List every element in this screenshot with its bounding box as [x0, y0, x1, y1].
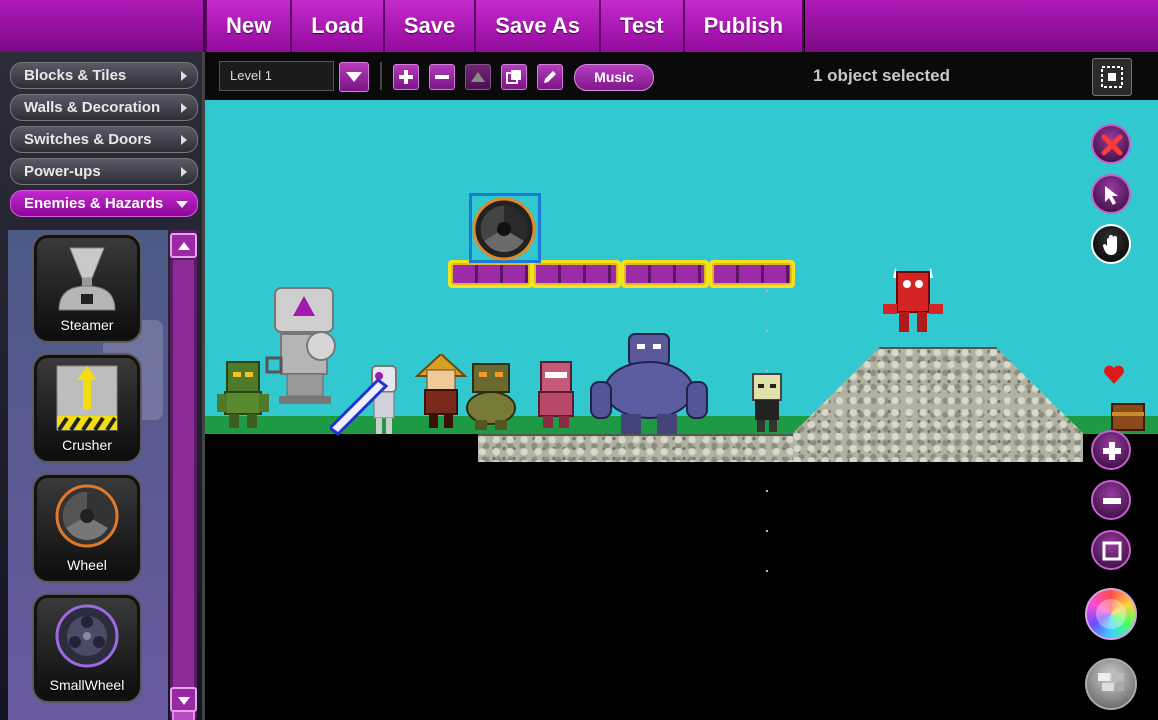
zoom-out-button[interactable] — [1091, 480, 1131, 520]
category-label: Enemies & Hazards — [24, 195, 164, 212]
palette-scrollbar[interactable] — [170, 230, 197, 720]
crusher-icon — [56, 365, 118, 432]
chevron-right-icon — [181, 167, 187, 177]
grid-toggle-button[interactable] — [1092, 58, 1132, 96]
color-picker-button[interactable] — [1085, 588, 1137, 640]
add-level-button[interactable] — [393, 64, 419, 90]
menu-load-button[interactable]: Load — [292, 0, 385, 52]
color-wheel-icon — [1096, 599, 1126, 629]
purple-giant-enemy[interactable] — [587, 330, 711, 436]
stone-texture-icon — [1098, 673, 1124, 691]
chevron-down-icon — [346, 72, 362, 82]
category-label: Walls & Decoration — [24, 99, 161, 116]
menu-save-as-button[interactable]: Save As — [476, 0, 602, 52]
wheel-hazard[interactable] — [472, 197, 536, 261]
arrow-up-icon — [178, 242, 190, 250]
palette-item-label: Wheel — [67, 557, 107, 573]
platform-block[interactable] — [709, 260, 795, 288]
cursor-arrow-icon — [1105, 186, 1118, 205]
fit-view-button[interactable] — [1091, 530, 1131, 570]
steamer-icon — [58, 247, 116, 311]
green-goblin-enemy[interactable] — [215, 360, 271, 430]
scroll-down-button[interactable] — [170, 687, 197, 712]
plus-icon — [399, 70, 413, 84]
palette-item-small-wheel[interactable]: SmallWheel — [34, 595, 140, 701]
delete-tool-button[interactable] — [1091, 124, 1131, 164]
box-head-enemy[interactable] — [747, 372, 787, 434]
chevron-down-icon — [176, 201, 188, 208]
category-label: Switches & Doors — [24, 131, 152, 148]
platform-block[interactable] — [448, 260, 533, 288]
menu-save-button[interactable]: Save — [385, 0, 477, 52]
arrow-down-icon — [178, 697, 190, 705]
category-label: Blocks & Tiles — [24, 67, 127, 84]
level-dropdown-button[interactable] — [339, 62, 369, 92]
select-tool-button[interactable] — [1091, 174, 1131, 214]
main-menu: New Load Save Save As Test Publish — [205, 0, 805, 52]
texture-picker-button[interactable] — [1085, 658, 1137, 710]
platform-block[interactable] — [621, 260, 709, 288]
palette-item-label: Crusher — [62, 437, 112, 453]
platform-block[interactable] — [531, 260, 621, 288]
red-devil-enemy[interactable] — [881, 266, 945, 336]
grid-icon — [1101, 66, 1123, 88]
minus-icon — [1103, 498, 1121, 504]
palette-item-steamer[interactable]: Steamer — [34, 235, 140, 341]
treasure-chest[interactable] — [1108, 398, 1148, 432]
arrow-up-icon — [471, 72, 485, 82]
palette-item-label: SmallWheel — [49, 677, 125, 693]
copy-icon — [506, 70, 521, 84]
palette-item-label: Steamer — [60, 317, 114, 333]
brand-area — [0, 0, 205, 52]
menu-test-button[interactable]: Test — [601, 0, 685, 52]
palette-item-crusher[interactable]: Crusher — [34, 355, 140, 461]
selection-status: 1 object selected — [813, 66, 951, 85]
pencil-icon — [544, 71, 556, 83]
wheel-icon — [55, 484, 119, 548]
category-blocks-tiles[interactable]: Blocks & Tiles — [10, 62, 198, 89]
frame-icon — [1102, 541, 1122, 561]
editor-toolbar: Level 1 Music 1 object selected — [205, 52, 1158, 100]
hand-icon — [1103, 235, 1117, 255]
level-dropdown[interactable]: Level 1 — [219, 61, 334, 91]
heart-pickup[interactable] — [1103, 364, 1125, 386]
move-level-up-button[interactable] — [465, 64, 491, 90]
category-switches-doors[interactable]: Switches & Doors — [10, 126, 198, 153]
palette-item-wheel[interactable]: Wheel — [34, 475, 140, 581]
rename-level-button[interactable] — [537, 64, 563, 90]
chevron-right-icon — [181, 103, 187, 113]
center-guide-line — [766, 290, 768, 610]
menu-filler — [805, 0, 1158, 52]
category-power-ups[interactable]: Power-ups — [10, 158, 198, 185]
skeleton-sword-enemy[interactable] — [330, 358, 420, 438]
chevron-right-icon — [181, 71, 187, 81]
small-wheel-icon — [55, 604, 119, 668]
object-palette: Steamer Crusher Wheel SmallWheel — [8, 230, 168, 720]
music-button[interactable]: Music — [574, 64, 654, 91]
chevron-right-icon — [181, 135, 187, 145]
plus-icon — [1103, 442, 1121, 460]
menu-publish-button[interactable]: Publish — [685, 0, 805, 52]
category-enemies-hazards[interactable]: Enemies & Hazards — [10, 190, 198, 217]
close-icon — [1101, 134, 1123, 156]
ogre-enemy[interactable] — [459, 362, 523, 432]
level-canvas[interactable] — [205, 100, 1158, 720]
pink-zombie-enemy[interactable] — [527, 360, 583, 430]
category-walls-decoration[interactable]: Walls & Decoration — [10, 94, 198, 121]
duplicate-level-button[interactable] — [501, 64, 527, 90]
toolbar-divider — [380, 62, 382, 90]
object-sidebar: Blocks & Tiles Walls & Decoration Switch… — [0, 52, 205, 720]
minus-icon — [435, 75, 449, 79]
menu-new-button[interactable]: New — [205, 0, 293, 52]
zoom-in-button[interactable] — [1091, 430, 1131, 470]
scroll-up-button[interactable] — [170, 233, 197, 258]
pan-tool-button[interactable] — [1091, 224, 1131, 264]
top-bar: New Load Save Save As Test Publish — [0, 0, 1158, 52]
category-label: Power-ups — [24, 163, 101, 180]
remove-level-button[interactable] — [429, 64, 455, 90]
